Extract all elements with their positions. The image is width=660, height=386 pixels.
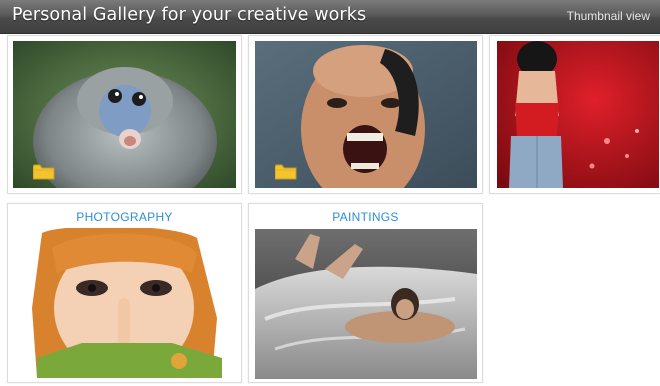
gallery-item-1[interactable] bbox=[7, 35, 242, 194]
page-title: Personal Gallery for your creative works bbox=[12, 5, 367, 25]
gallery-item-3[interactable] bbox=[489, 35, 660, 194]
thumbnail-image[interactable] bbox=[255, 41, 477, 188]
gallery-item-4[interactable]: PHOTOGRAPHY bbox=[7, 203, 242, 383]
gallery-item-5[interactable]: PAINTINGS bbox=[248, 203, 483, 383]
folder-icon[interactable] bbox=[33, 164, 55, 180]
thumbnail-image[interactable] bbox=[255, 229, 477, 379]
app-header: Personal Gallery for your creative works… bbox=[0, 0, 660, 34]
thumbnail-view-toggle[interactable]: Thumbnail view bbox=[567, 9, 650, 23]
thumbnail-image[interactable] bbox=[497, 41, 659, 188]
gallery-caption[interactable]: PAINTINGS bbox=[249, 210, 482, 224]
thumbnail-image[interactable] bbox=[22, 228, 228, 378]
thumbnail-image[interactable] bbox=[13, 41, 236, 188]
gallery-item-2[interactable] bbox=[248, 35, 483, 194]
folder-icon[interactable] bbox=[275, 164, 297, 180]
gallery-caption[interactable]: PHOTOGRAPHY bbox=[8, 210, 241, 224]
